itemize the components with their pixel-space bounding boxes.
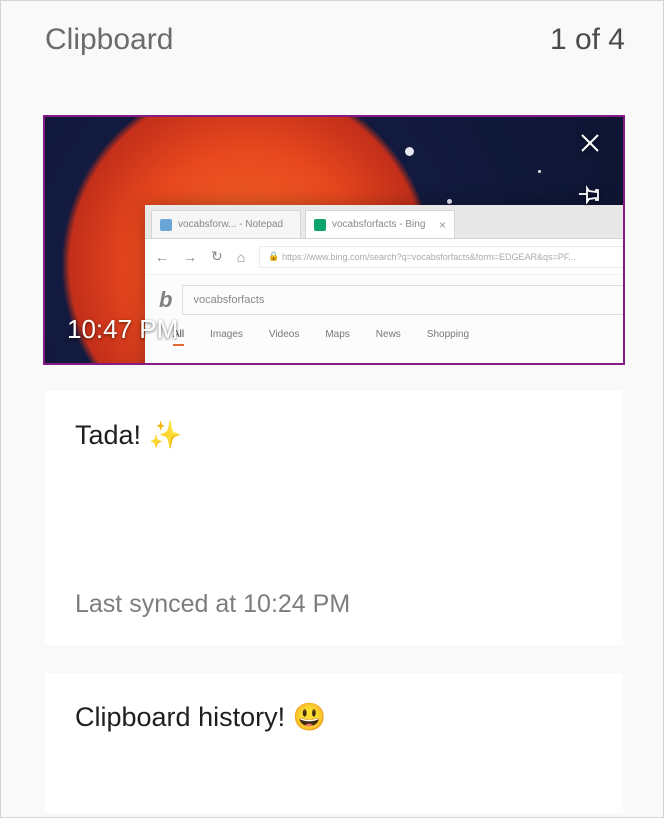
clipboard-panel: Clipboard 1 of 4 vocabsforw... - Notepad…	[0, 0, 664, 818]
browser-tabstrip: vocabsforw... - Notepad vocabsforfacts -…	[145, 205, 623, 239]
clip-item-text[interactable]: Tada! ✨ Last synced at 10:24 PM	[45, 391, 623, 645]
bing-result-tabs: All Images Videos Maps News Shopping	[145, 323, 623, 352]
clip-item-text[interactable]: Clipboard history! 😃	[45, 673, 623, 813]
close-icon[interactable]	[578, 131, 602, 160]
browser-address-bar: ←→↻⌂ 🔒 https://www.bing.com/search?q=voc…	[145, 239, 623, 275]
clipboard-scroll-area[interactable]: vocabsforw... - Notepad vocabsforfacts -…	[1, 1, 663, 817]
browser-tab-active: vocabsforfacts - Bing×	[305, 210, 455, 238]
pin-icon[interactable]	[577, 184, 603, 209]
bing-search-area: b vocabsforfacts🔍	[145, 275, 623, 323]
bing-logo-icon: b	[159, 287, 172, 313]
clip-text-content: Tada! ✨	[75, 419, 593, 451]
clip-text-content: Clipboard history! 😃	[75, 701, 593, 733]
clip-timestamp: 10:47 PM	[67, 314, 178, 345]
browser-tab: vocabsforw... - Notepad	[151, 210, 301, 238]
clip-sync-meta: Last synced at 10:24 PM	[75, 590, 593, 619]
clip-item-image[interactable]: vocabsforw... - Notepad vocabsforfacts -…	[45, 117, 623, 363]
screenshot-browser: vocabsforw... - Notepad vocabsforfacts -…	[145, 205, 623, 363]
